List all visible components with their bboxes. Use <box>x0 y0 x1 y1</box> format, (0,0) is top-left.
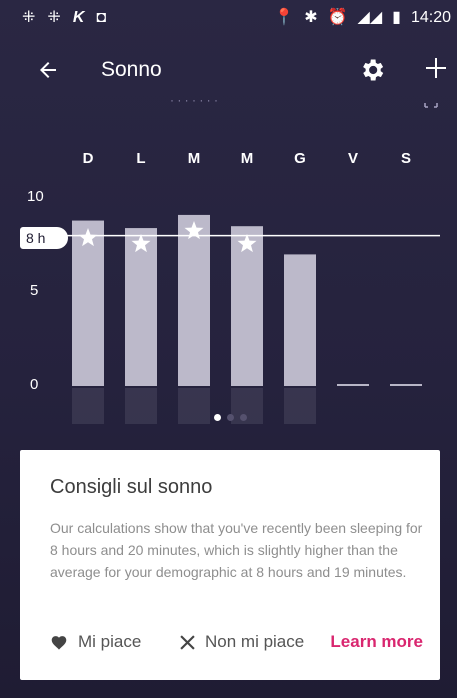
dislike-label: Non mi piace <box>205 632 305 651</box>
empty-bar <box>337 384 369 386</box>
card-title: Consigli sul sonno <box>50 476 213 498</box>
page-indicator <box>214 414 247 421</box>
empty-bar <box>390 384 422 386</box>
card-actions: Mi piace Non mi piace Learn more <box>50 632 430 658</box>
like-button[interactable]: Mi piace <box>50 632 141 652</box>
page-dot[interactable] <box>240 414 247 421</box>
close-icon <box>180 634 195 650</box>
bar-reflection <box>125 388 157 424</box>
bar-reflection <box>72 388 104 424</box>
sleep-bar <box>125 228 157 386</box>
dislike-button[interactable]: Non mi piace <box>180 632 304 652</box>
learn-more-link[interactable]: Learn more <box>330 632 423 652</box>
bar-reflection <box>284 388 316 424</box>
like-label: Mi piace <box>78 632 142 651</box>
sleep-screen: ⁜ ⁜ K ◘ 📍 ✱ ⏰ ◢◢ ▮ 14:20 Sonno · · · · ·… <box>0 0 457 698</box>
sleep-bar <box>231 226 263 386</box>
page-dot[interactable] <box>214 414 221 421</box>
card-body: Our calculations show that you've recent… <box>50 520 423 580</box>
sleep-bar-chart <box>62 214 440 424</box>
heart-icon <box>51 636 67 650</box>
sleep-tips-card: Consigli sul sonno Our calculations show… <box>20 450 440 680</box>
sleep-bar <box>178 214 210 386</box>
goal-badge: 8 h <box>20 227 68 249</box>
sleep-bar <box>72 220 104 386</box>
page-dot[interactable] <box>227 414 234 421</box>
bar-reflection <box>178 388 210 424</box>
sleep-bar <box>284 254 316 386</box>
